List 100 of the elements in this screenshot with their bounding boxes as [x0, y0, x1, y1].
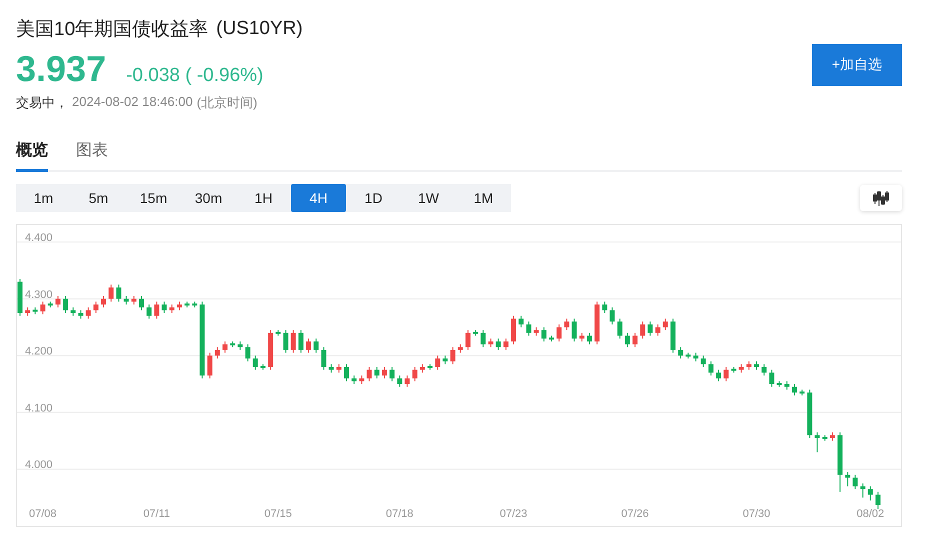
candlestick [814, 432, 820, 453]
candlestick [245, 344, 250, 362]
candlestick [655, 324, 660, 336]
candlestick [838, 432, 843, 492]
candlestick [344, 364, 349, 382]
candlestick [404, 375, 410, 388]
quote-title: 美国10年期国债收益率 [16, 18, 208, 42]
candlestick [738, 364, 744, 374]
candlestick [298, 330, 304, 354]
candlestick [70, 306, 76, 316]
candlestick [374, 366, 380, 379]
add-watchlist-button[interactable]: +加自选 [812, 44, 902, 86]
candlestick [640, 321, 646, 340]
candlestick [283, 330, 288, 354]
candlestick [314, 338, 319, 354]
candlestick [176, 301, 182, 311]
candlestick [678, 346, 684, 359]
candlestick [184, 301, 190, 308]
candlestick [412, 366, 418, 382]
candlestick [807, 389, 812, 438]
candlestick [306, 338, 312, 354]
candlestick [876, 491, 880, 510]
candlestick [784, 380, 790, 390]
candlestick [25, 306, 30, 316]
candlestick [564, 318, 570, 331]
candlestick [822, 434, 828, 442]
trading-status: 交易中， [16, 94, 68, 112]
candlestick [602, 301, 608, 314]
candlestick [534, 326, 539, 336]
candlestick [762, 364, 767, 376]
candlestick [746, 360, 752, 370]
candlestick [792, 384, 797, 396]
candlestick [420, 364, 425, 374]
y-axis-label: 4.000 [25, 459, 53, 472]
x-axis-label: 07/18 [386, 508, 414, 520]
candlestick [276, 330, 281, 336]
candlestick [252, 355, 258, 370]
x-axis-label: 07/11 [143, 508, 170, 520]
candlestick-chart-button[interactable] [860, 185, 902, 211]
candlestick [776, 380, 782, 388]
candlestick [586, 332, 592, 345]
candlestick [48, 301, 53, 308]
candlestick [549, 335, 554, 342]
tab[interactable]: 图表 [76, 134, 108, 172]
x-axis-label: 07/08 [29, 508, 57, 520]
candlestick [511, 315, 516, 345]
candlestick [366, 366, 372, 382]
candlestick [86, 306, 91, 320]
candlestick [32, 306, 38, 315]
candlestick [290, 330, 296, 354]
candlestick [700, 355, 706, 368]
tab[interactable]: 概览 [16, 134, 48, 172]
candlestick [321, 346, 326, 370]
candlestick [55, 296, 60, 308]
candlestick [390, 366, 395, 382]
candlestick [116, 284, 122, 302]
timezone-label: (北京时间) [196, 94, 258, 112]
ticker-symbol: (US10YR) [216, 18, 303, 40]
candlestick [860, 482, 866, 498]
candlestick [40, 301, 46, 315]
candlestick-icon [872, 190, 890, 206]
candlestick [63, 296, 68, 314]
x-axis-label: 07/26 [621, 508, 649, 520]
candlestick [450, 346, 456, 365]
y-axis-label: 4.400 [25, 232, 53, 244]
candlestick [632, 332, 638, 348]
candlestick [708, 360, 714, 376]
x-axis-label: 07/23 [500, 508, 528, 520]
candlestick [594, 301, 600, 345]
candlestick [503, 338, 508, 350]
candlestick [131, 296, 136, 305]
candlestick [662, 318, 668, 331]
candlestick [648, 321, 653, 336]
candlestick [868, 486, 873, 501]
x-axis-label: 08/02 [856, 508, 884, 520]
candlestick [572, 318, 577, 342]
candlestick [610, 306, 615, 325]
candlestick [397, 375, 402, 388]
candlestick [93, 301, 98, 314]
candlestick [442, 355, 448, 365]
candlestick [359, 375, 364, 385]
interval-button[interactable]: 4H [291, 184, 346, 212]
candlestick [101, 296, 106, 308]
candlestick [724, 366, 729, 382]
timestamp: 2024-08-02 18:46:00 [72, 94, 193, 111]
candlestick [556, 324, 562, 342]
candlestick [458, 344, 463, 354]
candlestick [146, 304, 152, 320]
candlestick [336, 364, 342, 374]
candlestick [579, 332, 584, 342]
candlestick [124, 296, 129, 305]
candlestick [222, 340, 228, 354]
candlestick [435, 355, 440, 370]
candlestick [518, 315, 524, 328]
candlestick [845, 472, 850, 487]
candlestick [352, 375, 357, 385]
candlestick [162, 301, 167, 314]
y-axis-label: 4.300 [25, 288, 53, 301]
price-value: 3.937 [16, 48, 106, 90]
candlestick [328, 364, 334, 374]
